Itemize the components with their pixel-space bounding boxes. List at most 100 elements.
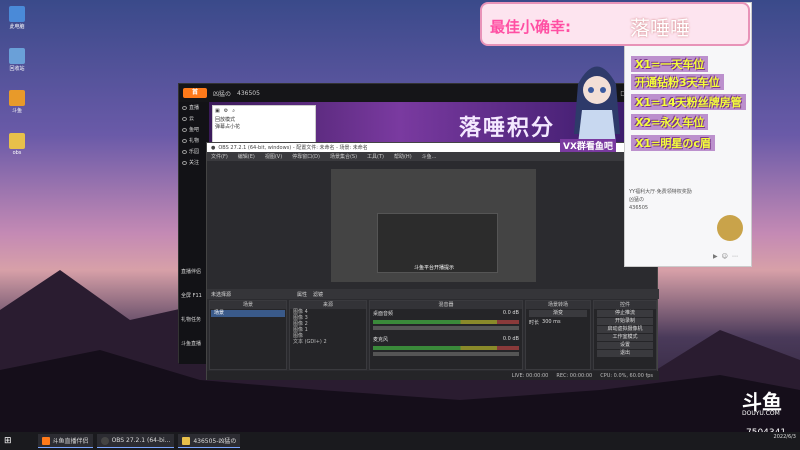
system-clock[interactable]: 2022/6/3 — [774, 434, 796, 440]
duration-input[interactable]: 300 ms — [542, 319, 561, 326]
overlay-subtitle: 落唾唾 — [630, 16, 690, 40]
duration-row: 时长 300 ms — [529, 319, 561, 326]
menu-view[interactable]: 视图(V) — [265, 153, 282, 160]
menu-item[interactable]: 回放模式 — [215, 116, 313, 123]
side-bottom-item[interactable]: 全屏 F11 — [181, 284, 202, 308]
search-icon[interactable]: ⌕ — [232, 108, 235, 114]
volume-slider[interactable] — [373, 326, 519, 330]
sidebar-item[interactable]: 乐园 — [179, 146, 209, 157]
mixer-channel: 桌面音频 0.0 dB — [373, 310, 519, 317]
side-bottom-item[interactable]: 斗鱼直播 — [181, 332, 202, 356]
emoji-icon[interactable]: ☺ — [722, 253, 728, 260]
room-name: 凶猛の — [213, 90, 232, 98]
sidebar-item[interactable]: 鱼吧 — [179, 124, 209, 135]
studio-mode-button[interactable]: 工作室模式 — [597, 334, 653, 341]
transition-select[interactable]: 渐变 — [529, 310, 587, 317]
overlay-title: 最佳小确幸: — [490, 18, 571, 36]
eye-icon — [182, 149, 187, 154]
vx-badge: VX群看鱼吧 — [560, 139, 616, 152]
chat-info: YY福利大厅·免费领特权奖励 凶猛の 436505 — [629, 189, 692, 211]
douyu-site: DOUYU.COM — [742, 410, 780, 417]
exit-button[interactable]: 退出 — [597, 350, 653, 357]
sidebar-item[interactable]: 云 — [179, 113, 209, 124]
volume-slider[interactable] — [373, 352, 519, 356]
mascot-image — [574, 66, 620, 144]
menu-douyu[interactable]: 斗鱼... — [422, 153, 437, 160]
taskbar-item[interactable]: 436505-凶猛の — [178, 434, 241, 448]
settings-button[interactable]: 设置 — [597, 342, 653, 349]
more-icon[interactable]: ⋯ — [732, 253, 738, 260]
desktop-icon-folder[interactable]: obs — [4, 133, 30, 156]
recycle-bin-icon — [9, 48, 25, 64]
mixer-channel: 麦克风 0.0 dB — [373, 336, 519, 343]
browser-app-icon — [182, 436, 191, 445]
obs-app-icon — [100, 436, 109, 445]
banner-title: 落唾积分 — [459, 116, 556, 141]
computer-icon — [9, 6, 25, 22]
obs-window: ● OBS 27.2.1 (64-bit, windows) - 配置文件: 未… — [206, 142, 659, 380]
menu-toolbar: ▣ ⚙ ⌕ — [215, 108, 313, 114]
menu-tools[interactable]: 工具(T) — [367, 153, 384, 160]
eye-icon — [182, 138, 187, 143]
image-icon[interactable]: ▣ — [215, 108, 220, 114]
eye-icon — [182, 127, 187, 132]
gift-line: X1=14天粉丝牌房管 — [631, 94, 746, 110]
chat-tools: ▶ ☺ ⋯ — [713, 253, 738, 260]
obs-menubar: 文件(F) 编辑(E) 视图(V) 停靠窗口(D) 场景集合(S) 工具(T) … — [207, 152, 657, 161]
room-id: 436505 — [237, 89, 260, 97]
side-bottom-item[interactable]: 直播伴侣 — [181, 260, 202, 284]
gift-line: 开通钻粉3天车位 — [631, 74, 724, 90]
eye-icon — [182, 105, 187, 110]
gift-line: X1=一天车位 — [631, 56, 709, 72]
obs-preview[interactable]: 斗鱼平台开播提示 — [331, 169, 536, 282]
filters-button[interactable]: 滤镜 — [313, 291, 323, 298]
eye-icon — [182, 116, 187, 121]
avatar — [717, 215, 743, 241]
preview-caption: 斗鱼平台开播提示 — [414, 265, 455, 271]
menu-edit[interactable]: 编辑(E) — [238, 153, 255, 160]
controls-dock: 控件 停止推流 开始录制 启动虚拟摄像机 工作室模式 设置 退出 — [593, 300, 657, 370]
scene-item[interactable]: 场景 — [211, 310, 285, 317]
audio-meter — [373, 320, 519, 324]
desktop-icon-this-pc[interactable]: 此电脑 — [4, 6, 30, 30]
taskbar-item[interactable]: OBS 27.2.1 (64-bi... — [96, 434, 175, 448]
gift-line: X2=永久车位 — [631, 114, 709, 130]
sources-dock: 来源 图像 4 图像 3 图像 2 图像 1 图像 文本 (GDI+) 2 — [289, 300, 367, 370]
mixer-dock: 混音器 桌面音频 0.0 dB 麦克风 0.0 dB — [369, 300, 523, 370]
virtual-camera-button[interactable]: 启动虚拟摄像机 — [597, 326, 653, 333]
source-item[interactable]: 文本 (GDI+) 2 — [290, 339, 366, 345]
douyu-sidebar: 直播 云 鱼吧 礼物 乐园 关注 直播伴侣 全屏 F11 礼物任务 斗鱼直播 — [179, 102, 209, 364]
no-source-label: 未选择源 — [211, 291, 232, 298]
scenes-dock: 场景 场景 — [209, 300, 287, 370]
menu-item[interactable]: 弹幕占小花 — [215, 123, 313, 130]
douyu-logo[interactable]: 首 — [183, 88, 207, 98]
properties-button[interactable]: 属性 — [297, 291, 307, 298]
audio-meter — [373, 346, 519, 350]
obs-statusbar: LIVE: 00:00:00 REC: 00:00:00 CPU: 0.0%, … — [207, 371, 659, 380]
sidebar-item[interactable]: 礼物 — [179, 135, 209, 146]
context-menu: ▣ ⚙ ⌕ 回放模式 弹幕占小花 — [212, 105, 316, 147]
side-bottom-item[interactable]: 礼物任务 — [181, 308, 202, 332]
stop-stream-button[interactable]: 停止推流 — [597, 310, 653, 317]
transitions-dock: 场景转场 渐变 时长 300 ms — [525, 300, 591, 370]
start-recording-button[interactable]: 开始录制 — [597, 318, 653, 325]
taskbar-item[interactable]: 斗鱼直播伴侣 — [37, 434, 93, 448]
eye-icon — [182, 160, 187, 165]
menu-scene-collection[interactable]: 场景集合(S) — [330, 153, 357, 160]
desktop-icon-douyu[interactable]: 斗鱼 — [4, 90, 30, 114]
folder-icon — [9, 133, 25, 149]
menu-file[interactable]: 文件(F) — [211, 153, 228, 160]
sidebar-item[interactable]: 关注 — [179, 157, 209, 168]
desktop-icon-recycle-bin[interactable]: 回收站 — [4, 48, 30, 72]
douyu-app-icon — [9, 90, 25, 106]
source-toolbar: 未选择源 属性 滤镜 — [207, 289, 659, 299]
overlay-banner: 最佳小确幸: 落唾唾 — [480, 2, 750, 46]
menu-docks[interactable]: 停靠窗口(D) — [292, 153, 320, 160]
video-icon[interactable]: ▶ — [713, 253, 718, 260]
sidebar-item[interactable]: 直播 — [179, 102, 209, 113]
obs-logo-icon: ● — [211, 144, 216, 151]
windows-start-icon[interactable]: ⊞ — [4, 436, 12, 446]
menu-help[interactable]: 帮助(H) — [394, 153, 412, 160]
gift-line: X1=明星のc眉 — [631, 135, 715, 151]
gear-icon[interactable]: ⚙ — [224, 108, 228, 114]
